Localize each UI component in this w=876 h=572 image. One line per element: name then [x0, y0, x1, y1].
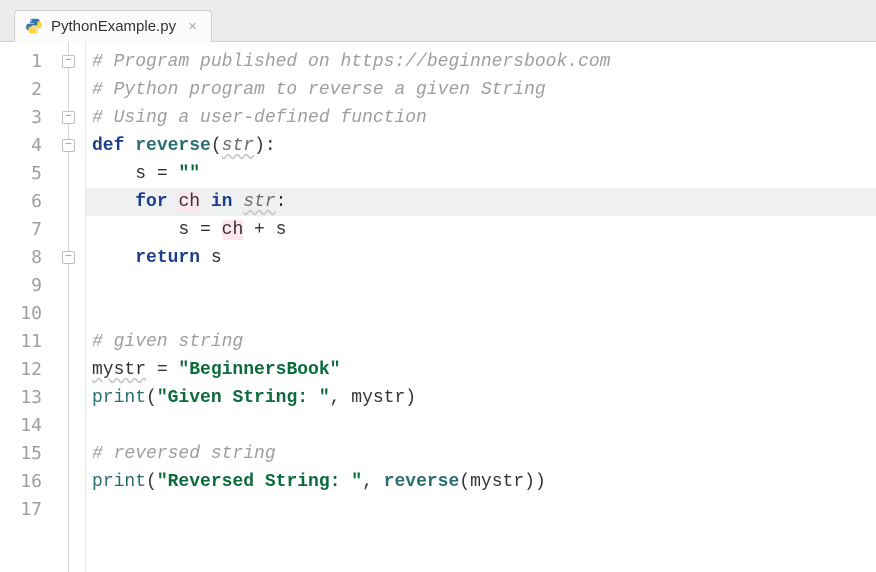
code-line[interactable]: return s	[86, 244, 876, 272]
line-number: 16	[0, 468, 52, 496]
code-line[interactable]: # reversed string	[86, 440, 876, 468]
indent	[92, 192, 135, 212]
code-line[interactable]: print("Reversed String: ", reverse(mystr…	[86, 468, 876, 496]
indent	[92, 164, 135, 184]
code-line[interactable]: # given string	[86, 328, 876, 356]
code-line[interactable]	[86, 496, 876, 524]
string-literal: "Given String: "	[157, 388, 330, 408]
line-number: 2	[0, 76, 52, 104]
comma: ,	[330, 388, 352, 408]
fold-toggle-icon[interactable]: −	[62, 139, 75, 152]
paren: (	[146, 472, 157, 492]
code-line-current[interactable]: for ch in str:	[86, 188, 876, 216]
string-literal: "Reversed String: "	[157, 472, 362, 492]
parameter: str	[222, 136, 254, 156]
line-number: 5	[0, 160, 52, 188]
operator: =	[146, 164, 178, 184]
paren: )	[524, 472, 535, 492]
line-number: 13	[0, 384, 52, 412]
variable: mystr	[470, 472, 524, 492]
close-tab-icon[interactable]: ×	[188, 18, 197, 35]
line-number: 4	[0, 132, 52, 160]
indent	[92, 248, 135, 268]
paren: )	[405, 388, 416, 408]
comment: # reversed string	[92, 444, 276, 464]
operator: =	[189, 220, 221, 240]
fold-gutter: − − − −	[52, 42, 86, 572]
line-number: 10	[0, 300, 52, 328]
code-line[interactable]: def reverse(str):	[86, 132, 876, 160]
keyword-in: in	[200, 192, 243, 212]
loop-var: ch	[178, 192, 200, 212]
fold-toggle-icon[interactable]: −	[62, 111, 75, 124]
builtin-print: print	[92, 472, 146, 492]
code-editor[interactable]: 1 2 3 4 5 6 7 8 9 10 11 12 13 14 15 16 1…	[0, 42, 876, 572]
line-number: 8	[0, 244, 52, 272]
function-name: reverse	[135, 136, 211, 156]
variable: s	[211, 248, 222, 268]
comment: # Using a user-defined function	[92, 108, 427, 128]
python-file-icon	[25, 17, 43, 35]
code-line[interactable]: mystr = "BeginnersBook"	[86, 356, 876, 384]
paren-colon: ):	[254, 136, 276, 156]
line-number: 17	[0, 496, 52, 524]
code-area[interactable]: # Program published on https://beginners…	[86, 42, 876, 572]
line-number: 15	[0, 440, 52, 468]
builtin-print: print	[92, 388, 146, 408]
code-line[interactable]: # Program published on https://beginners…	[86, 48, 876, 76]
line-number: 1	[0, 48, 52, 76]
paren: (	[211, 136, 222, 156]
code-line[interactable]	[86, 412, 876, 440]
code-line[interactable]: # Using a user-defined function	[86, 104, 876, 132]
string-literal: ""	[178, 164, 200, 184]
code-line[interactable]	[86, 272, 876, 300]
variable: s	[178, 220, 189, 240]
keyword-for: for	[135, 192, 178, 212]
fold-toggle-icon[interactable]: −	[62, 55, 75, 68]
keyword-def: def	[92, 136, 135, 156]
file-tab-label: PythonExample.py	[51, 18, 176, 35]
paren: (	[459, 472, 470, 492]
code-line[interactable]: s = ch + s	[86, 216, 876, 244]
variable: ch	[222, 220, 244, 240]
indent	[92, 220, 178, 240]
variable: s	[276, 220, 287, 240]
line-number: 6	[0, 188, 52, 216]
variable: mystr	[92, 360, 146, 380]
line-number: 3	[0, 104, 52, 132]
variable: s	[135, 164, 146, 184]
comment: # Python program to reverse a given Stri…	[92, 80, 546, 100]
iterable: str	[243, 192, 275, 212]
comma: ,	[362, 472, 384, 492]
comment: # Program published on https://beginners…	[92, 52, 610, 72]
paren: )	[535, 472, 546, 492]
line-number: 14	[0, 412, 52, 440]
line-number: 11	[0, 328, 52, 356]
colon: :	[276, 192, 287, 212]
tab-bar: PythonExample.py ×	[0, 0, 876, 42]
operator: =	[146, 360, 178, 380]
code-line[interactable]: s = ""	[86, 160, 876, 188]
code-line[interactable]	[86, 300, 876, 328]
operator: +	[243, 220, 275, 240]
function-call: reverse	[384, 472, 460, 492]
code-line[interactable]: print("Given String: ", mystr)	[86, 384, 876, 412]
comment: # given string	[92, 332, 243, 352]
code-line[interactable]: # Python program to reverse a given Stri…	[86, 76, 876, 104]
line-number: 7	[0, 216, 52, 244]
line-number: 12	[0, 356, 52, 384]
paren: (	[146, 388, 157, 408]
line-number-gutter: 1 2 3 4 5 6 7 8 9 10 11 12 13 14 15 16 1…	[0, 42, 52, 572]
file-tab[interactable]: PythonExample.py ×	[14, 10, 212, 42]
string-literal: "BeginnersBook"	[178, 360, 340, 380]
line-number: 9	[0, 272, 52, 300]
fold-toggle-icon[interactable]: −	[62, 251, 75, 264]
keyword-return: return	[135, 248, 211, 268]
variable: mystr	[351, 388, 405, 408]
